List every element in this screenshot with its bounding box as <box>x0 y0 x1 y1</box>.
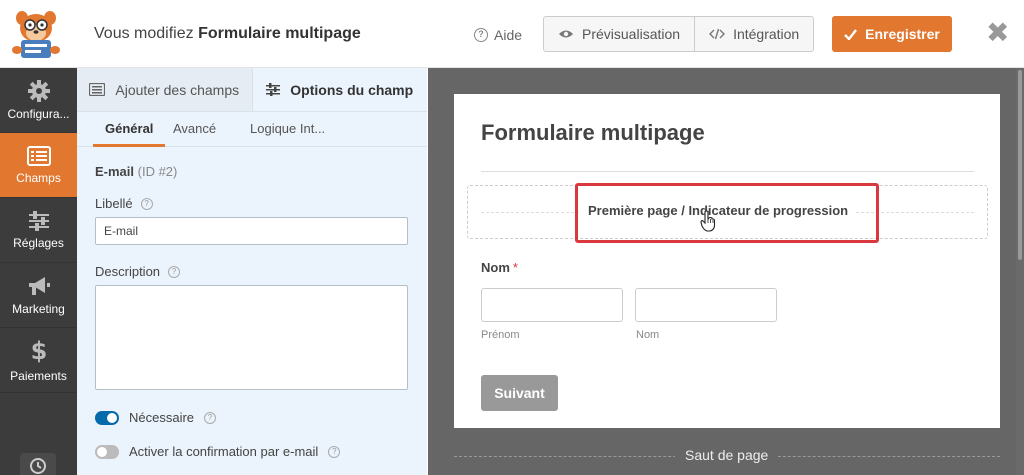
required-toggle[interactable] <box>95 410 119 425</box>
title-divider <box>481 171 974 172</box>
field-name: E-mail <box>95 164 135 179</box>
eye-icon <box>559 30 573 38</box>
first-name-sublabel: Prénom <box>481 329 520 341</box>
sidebar-item-marketing[interactable]: Marketing <box>0 263 77 328</box>
scroll-thumb[interactable] <box>1018 70 1022 260</box>
description-textarea[interactable] <box>95 285 408 390</box>
revisions-button[interactable] <box>20 453 56 475</box>
gear-icon <box>27 79 50 102</box>
subtab-smart-logic[interactable]: Logique Int... <box>250 121 325 136</box>
top-bar: Vous modifiez Formulaire multipage ? Aid… <box>0 0 1024 68</box>
first-name-input[interactable] <box>481 288 623 322</box>
form-title: Formulaire multipage <box>481 120 705 145</box>
confirmation-toggle-row: Activer la confirmation par e-mail ? <box>95 444 341 459</box>
help-label: Aide <box>494 27 523 43</box>
name-field-label: Nom * <box>481 260 518 275</box>
panel-tabs: Ajouter des champs Options du champ <box>77 68 427 112</box>
save-button[interactable]: Enregistrer <box>832 16 952 52</box>
sliders-icon <box>266 83 281 96</box>
list-icon <box>89 83 106 96</box>
help-icon: ? <box>474 28 488 42</box>
code-icon <box>709 28 726 40</box>
main-sidebar: Configura... Champs Réglages Marketing $… <box>0 68 77 475</box>
last-name-sublabel: Nom <box>636 329 660 341</box>
check-icon <box>844 28 858 40</box>
help-link[interactable]: ? Aide <box>474 27 522 43</box>
page-title: Vous modifiez Formulaire multipage <box>94 25 361 43</box>
active-subtab-indicator <box>93 144 165 147</box>
option-subtabs: Général Avancé Logique Int... <box>77 112 427 147</box>
description-field-label: Description ? <box>95 264 181 279</box>
help-icon[interactable]: ? <box>140 197 153 210</box>
history-icon <box>30 458 46 474</box>
required-toggle-row: Nécessaire ? <box>95 410 217 425</box>
preview-scrollbar[interactable] <box>1016 68 1024 475</box>
page-break-label[interactable]: Saut de page <box>675 447 779 463</box>
highlight-box <box>575 183 879 243</box>
next-button[interactable]: Suivant <box>481 375 558 411</box>
preview-embed-group: Prévisualisation Intégration <box>543 16 815 52</box>
field-heading: E-mail (ID #2) <box>95 164 177 179</box>
help-icon[interactable]: ? <box>328 445 341 458</box>
required-asterisk: * <box>512 260 518 275</box>
field-options-panel: Ajouter des champs Options du champ Géné… <box>77 68 427 475</box>
subtab-general[interactable]: Général <box>105 121 153 136</box>
fields-icon <box>26 145 51 166</box>
hand-cursor-icon <box>700 210 716 235</box>
sliders-icon <box>28 210 49 231</box>
wpforms-logo <box>8 8 64 60</box>
field-id: (ID #2) <box>137 164 178 179</box>
email-confirmation-toggle[interactable] <box>95 444 119 459</box>
dollar-icon: $ <box>31 338 47 364</box>
title-prefix: Vous modifiez <box>94 25 194 42</box>
sidebar-item-setup[interactable]: Configura... <box>0 68 77 133</box>
label-field-label: Libellé ? <box>95 196 153 211</box>
svg-text:$: $ <box>31 338 47 364</box>
sidebar-item-payments[interactable]: $ Paiements <box>0 328 77 393</box>
help-icon[interactable]: ? <box>168 265 181 278</box>
sidebar-item-settings[interactable]: Réglages <box>0 198 77 263</box>
tab-add-fields[interactable]: Ajouter des champs <box>77 68 253 111</box>
sidebar-item-fields[interactable]: Champs <box>0 133 77 198</box>
megaphone-icon <box>28 276 50 295</box>
form-name: Formulaire multipage <box>198 25 361 42</box>
last-name-input[interactable] <box>635 288 777 322</box>
subtab-advanced[interactable]: Avancé <box>173 121 216 136</box>
tab-field-options[interactable]: Options du champ <box>252 68 427 111</box>
label-input[interactable]: E-mail <box>95 217 408 245</box>
embed-button[interactable]: Intégration <box>694 17 813 51</box>
preview-button[interactable]: Prévisualisation <box>544 17 694 51</box>
close-icon[interactable]: ✖ <box>986 18 1009 48</box>
help-icon[interactable]: ? <box>204 411 217 424</box>
